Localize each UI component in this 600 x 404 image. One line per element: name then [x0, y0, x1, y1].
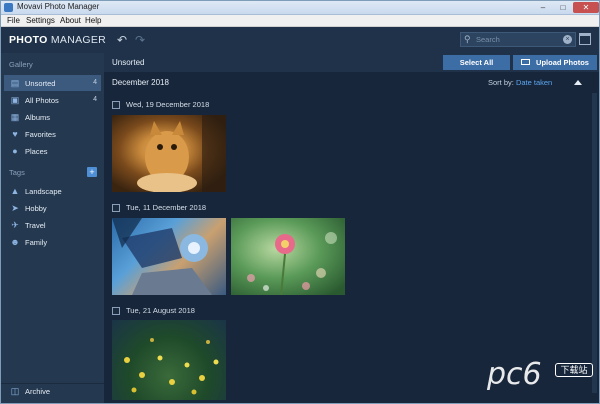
menu-bar: File Settings About Help	[1, 15, 599, 27]
sidebar-item-label: Places	[25, 147, 48, 156]
kitten-image	[137, 115, 226, 192]
sidebar-item-label: Favorites	[25, 130, 56, 139]
minimize-button[interactable]: –	[533, 2, 553, 13]
logo-thin-text: MANAGER	[50, 34, 107, 46]
sidebar-item-count: 4	[93, 96, 97, 103]
date-group-checkbox[interactable]	[112, 101, 120, 109]
sidebar-item-label: Travel	[25, 221, 46, 230]
date-group-label: Wed, 19 December 2018	[126, 100, 210, 109]
heart-icon: ♥	[12, 129, 18, 139]
maximize-button[interactable]: □	[553, 2, 573, 13]
breadcrumb: Unsorted	[112, 58, 145, 67]
plane-icon: ✈	[11, 220, 19, 230]
watermark-text: pc6	[487, 357, 542, 392]
monitor-icon	[521, 59, 531, 66]
search-box: ⚲ ×	[460, 32, 576, 47]
sidebar-item-albums[interactable]: ▦ Albums	[4, 109, 101, 125]
sort-label: Sort by:	[488, 78, 514, 87]
select-all-button[interactable]: Select All	[443, 55, 510, 70]
date-group-checkbox[interactable]	[112, 307, 120, 315]
content-toolbar: Unsorted Select All Upload Photos	[104, 53, 599, 72]
upload-photos-label: Upload Photos	[536, 58, 589, 67]
app-window: Movavi Photo Manager – □ ✕ File Settings…	[0, 0, 600, 404]
search-input[interactable]	[476, 34, 564, 45]
clear-search-icon[interactable]: ×	[563, 35, 572, 44]
add-tag-button[interactable]: +	[87, 167, 97, 177]
sidebar-item-label: Unsorted	[25, 79, 56, 88]
photo-thumbnail-flower[interactable]	[231, 218, 345, 295]
title-bar: Movavi Photo Manager – □ ✕	[1, 1, 599, 15]
trash-icon: ◫	[10, 386, 20, 396]
date-group-checkbox[interactable]	[112, 204, 120, 212]
sidebar-item-favorites[interactable]: ♥ Favorites	[4, 126, 101, 142]
bird-icon: ➤	[11, 203, 19, 213]
tags-heading: Tags	[9, 168, 25, 177]
sidebar-item-archive[interactable]: ◫ Archive	[4, 383, 101, 399]
collapse-chevron-icon[interactable]	[574, 80, 582, 85]
undo-icon[interactable]: ↶	[115, 33, 129, 47]
sidebar-item-label: Landscape	[25, 187, 62, 196]
scrollbar-track[interactable]	[592, 93, 597, 393]
photo-thumbnail-field[interactable]	[112, 320, 226, 400]
menu-help[interactable]: Help	[85, 16, 101, 25]
pin-icon: ●	[12, 146, 18, 156]
gallery-heading: Gallery	[9, 60, 33, 69]
window-title: Movavi Photo Manager	[17, 2, 100, 11]
sidebar-tag-travel[interactable]: ✈ Travel	[4, 217, 101, 233]
date-group-header: Tue, 11 December 2018	[112, 203, 312, 213]
photo-thumbnail-kitten[interactable]	[112, 115, 226, 192]
sidebar-item-unsorted[interactable]: ▤ Unsorted 4	[4, 75, 101, 91]
landscape-icon: ▲	[10, 186, 20, 196]
close-button[interactable]: ✕	[573, 2, 599, 13]
upload-photos-button[interactable]: Upload Photos	[513, 55, 597, 70]
main-content: Unsorted Select All Upload Photos Decemb…	[104, 53, 599, 403]
sidebar-item-label: Albums	[25, 113, 51, 122]
photos-icon: ▣	[10, 95, 20, 105]
yellow-flowers-image	[124, 338, 219, 395]
calendar-icon[interactable]	[579, 33, 591, 45]
app-header: PHOTO MANAGER ↶ ↷ ⚲ ×	[1, 27, 599, 53]
sidebar-item-places[interactable]: ● Places	[4, 143, 101, 159]
sidebar-item-count: 4	[93, 79, 97, 86]
date-group-header: Tue, 21 August 2018	[112, 306, 312, 316]
menu-about[interactable]: About	[60, 16, 81, 25]
app-logo: PHOTO MANAGER	[9, 34, 106, 46]
date-group-label: Tue, 11 December 2018	[126, 203, 207, 212]
app-logo-icon	[4, 3, 13, 12]
search-icon: ⚲	[464, 34, 471, 44]
scrollbar[interactable]	[592, 93, 597, 393]
albums-icon: ▦	[10, 112, 20, 122]
photo-thumbnail-fantasy[interactable]	[112, 218, 226, 295]
sidebar-tag-landscape[interactable]: ▲ Landscape	[4, 183, 101, 199]
inbox-icon: ▤	[10, 78, 20, 88]
fantasy-art-image	[112, 218, 212, 295]
date-group-header: Wed, 19 December 2018	[112, 100, 312, 110]
sidebar-item-label: All Photos	[25, 96, 59, 105]
menu-settings[interactable]: Settings	[26, 16, 55, 25]
family-icon: ☻	[10, 237, 20, 247]
sort-control[interactable]: Sort by: Date taken	[488, 78, 552, 87]
logo-bold-text: PHOTO	[9, 34, 48, 46]
redo-icon[interactable]: ↷	[133, 33, 147, 47]
watermark-badge: 下载站	[555, 363, 593, 377]
sidebar-item-label: Archive	[25, 387, 51, 396]
sidebar-tag-family[interactable]: ☻ Family	[4, 234, 101, 250]
sidebar: Gallery ▤ Unsorted 4 ▣ All Photos 4 ▦ Al…	[1, 53, 104, 403]
sidebar-item-all-photos[interactable]: ▣ All Photos 4	[4, 92, 101, 108]
flower-image	[247, 232, 337, 295]
sidebar-item-label: Hobby	[25, 204, 47, 213]
sidebar-tag-hobby[interactable]: ➤ Hobby	[4, 200, 101, 216]
sidebar-item-label: Family	[25, 238, 48, 247]
sort-value[interactable]: Date taken	[516, 78, 552, 87]
month-heading: December 2018	[112, 78, 169, 87]
menu-file[interactable]: File	[7, 16, 20, 25]
date-group-label: Tue, 21 August 2018	[126, 306, 195, 315]
